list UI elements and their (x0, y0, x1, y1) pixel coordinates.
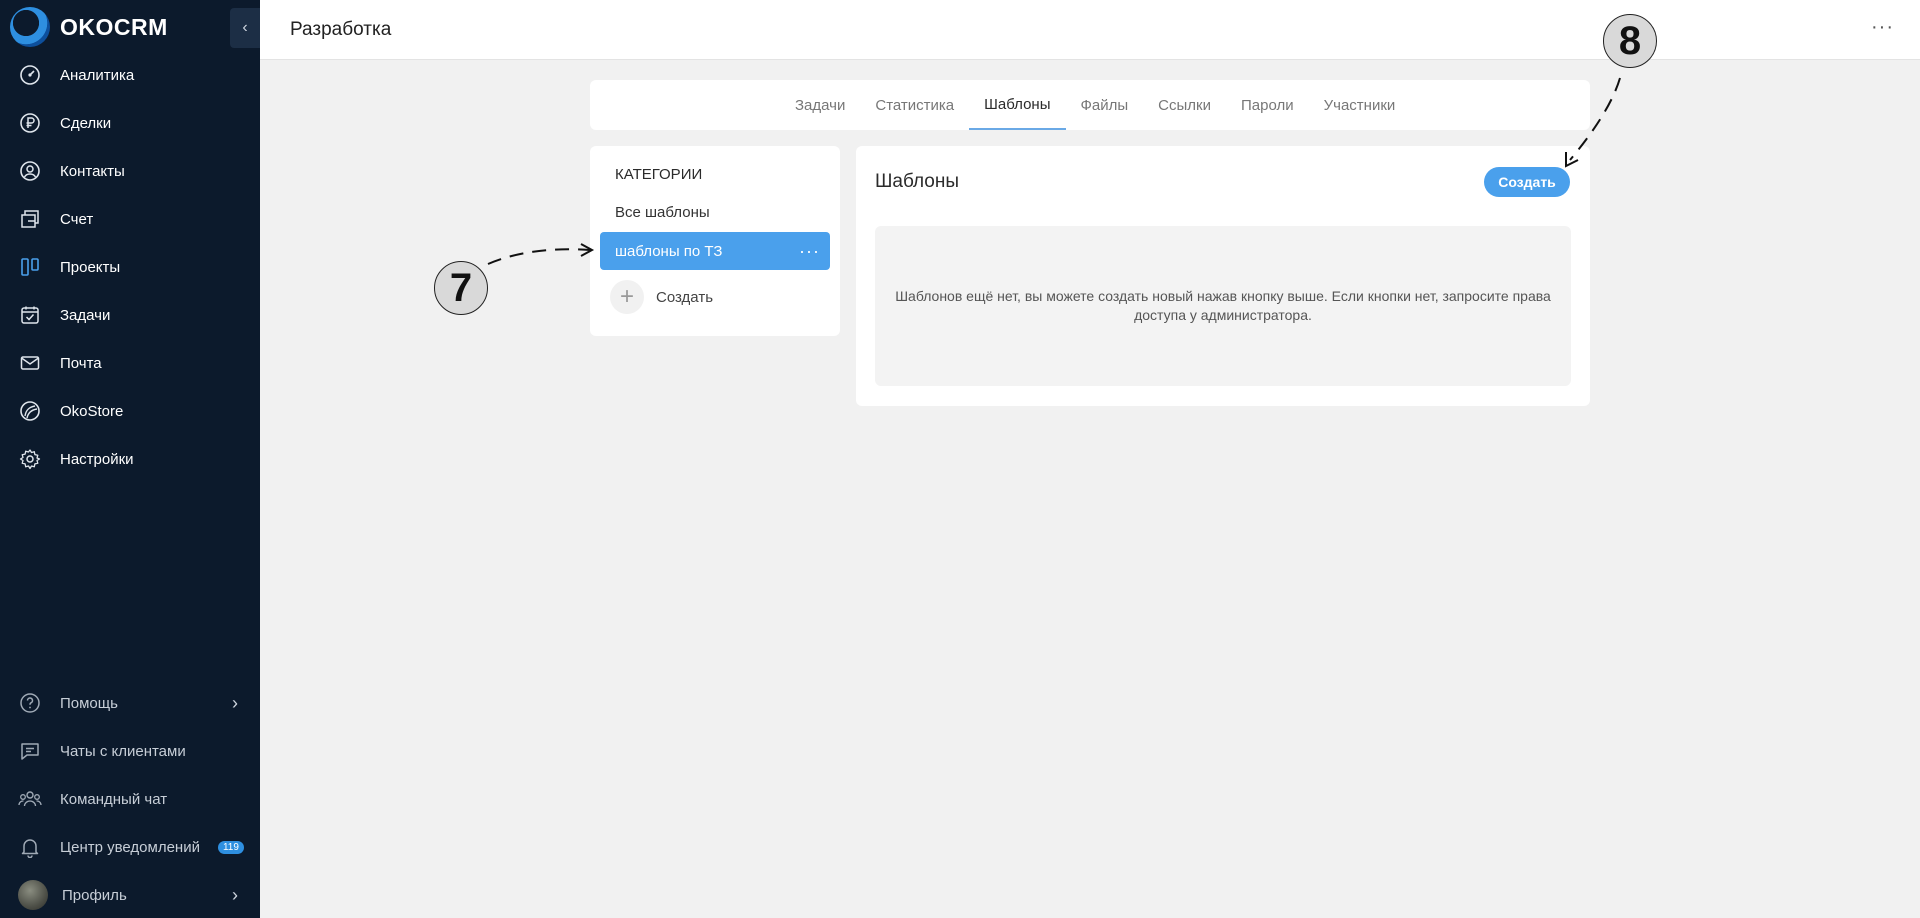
sidebar-item-label: Проекты (60, 258, 121, 276)
page-header: Разработка ··· (260, 0, 1920, 60)
sidebar-item-profile[interactable]: Профиль › (0, 871, 260, 918)
mail-icon (18, 351, 42, 375)
sidebar-item-tasks[interactable]: Задачи (0, 291, 260, 339)
invoice-icon (18, 207, 42, 231)
project-tabs: Задачи Статистика Шаблоны Файлы Ссылки П… (780, 80, 1410, 130)
sidebar-item-team-chat[interactable]: Командный чат (0, 775, 260, 823)
contact-icon (18, 159, 42, 183)
sidebar-item-label: Задачи (60, 306, 111, 324)
projects-icon (18, 255, 42, 279)
create-template-button[interactable]: Создать (1484, 167, 1570, 197)
sidebar-item-label: Аналитика (60, 66, 135, 84)
categories-title: КАТЕГОРИИ (615, 166, 703, 183)
analytics-icon (18, 63, 42, 87)
tab-files[interactable]: Файлы (1066, 80, 1144, 130)
sidebar-item-invoice[interactable]: Счет (0, 195, 260, 243)
project-tabs-card: Задачи Статистика Шаблоны Файлы Ссылки П… (590, 80, 1590, 130)
sidebar-item-label: Настройки (60, 450, 134, 468)
categories-panel: КАТЕГОРИИ Все шаблоны шаблоны по ТЗ ··· … (590, 146, 840, 336)
chevron-right-icon: › (232, 692, 238, 713)
sidebar-bottom: Помощь › Чаты с клиентами Командный чат … (0, 679, 260, 918)
sidebar-item-analytics[interactable]: Аналитика (0, 51, 260, 99)
avatar (18, 880, 48, 910)
annotation-marker-8: 8 (1603, 14, 1657, 68)
chevron-left-icon: ‹ (242, 19, 248, 36)
create-category-label: Создать (656, 288, 714, 306)
sidebar-item-settings[interactable]: Настройки (0, 435, 260, 483)
sidebar-item-label: Счет (60, 210, 94, 228)
sidebar-item-help[interactable]: Помощь › (0, 679, 260, 727)
templates-empty-state: Шаблонов ещё нет, вы можете создать новы… (875, 226, 1571, 386)
sidebar: OKOCRM ‹ Аналитика Сделки Контакты Счет … (0, 0, 260, 918)
logo-mark-icon (10, 7, 50, 47)
templates-panel: Шаблоны Создать Шаблонов ещё нет, вы мож… (856, 146, 1590, 406)
sidebar-item-projects[interactable]: Проекты (0, 243, 260, 291)
app-name: OKOCRM (60, 13, 168, 40)
tab-links[interactable]: Ссылки (1143, 80, 1226, 130)
ruble-icon (18, 111, 42, 135)
client-chats-label: Чаты с клиентами (60, 742, 186, 760)
templates-title: Шаблоны (875, 171, 960, 192)
chat-icon (18, 739, 42, 763)
sidebar-item-contacts[interactable]: Контакты (0, 147, 260, 195)
sidebar-item-mail[interactable]: Почта (0, 339, 260, 387)
category-more-icon[interactable]: ··· (799, 241, 820, 262)
sidebar-item-label: Сделки (60, 114, 112, 132)
sidebar-item-notifications[interactable]: Центр уведомлений 119 (0, 823, 260, 871)
category-selected[interactable]: шаблоны по ТЗ ··· (600, 232, 830, 270)
tab-statistics[interactable]: Статистика (860, 80, 969, 130)
question-icon (18, 691, 42, 715)
team-icon (18, 787, 42, 811)
empty-state-text: Шаблонов ещё нет, вы можете создать новы… (895, 288, 1551, 323)
chevron-right-icon: › (232, 884, 238, 905)
tab-participants[interactable]: Участники (1309, 80, 1411, 130)
more-menu-icon[interactable]: ··· (1871, 16, 1894, 39)
plus-icon: + (610, 280, 644, 314)
tab-tasks[interactable]: Задачи (780, 80, 860, 130)
team-chat-label: Командный чат (60, 790, 168, 808)
create-category-button[interactable]: + Создать (610, 280, 713, 314)
app-logo[interactable]: OKOCRM (10, 7, 168, 47)
annotation-marker-7: 7 (434, 261, 488, 315)
gear-icon (18, 447, 42, 471)
notifications-label: Центр уведомлений (60, 838, 200, 856)
page-title: Разработка (290, 19, 392, 40)
store-icon (18, 399, 42, 423)
tab-templates[interactable]: Шаблоны (969, 80, 1066, 130)
notifications-count-badge: 119 (217, 840, 244, 854)
sidebar-item-client-chats[interactable]: Чаты с клиентами (0, 727, 260, 775)
help-label: Помощь (60, 694, 118, 712)
category-all-templates[interactable]: Все шаблоны (615, 204, 710, 221)
sidebar-item-label: Контакты (60, 162, 125, 180)
sidebar-item-okostore[interactable]: OkoStore (0, 387, 260, 435)
sidebar-item-label: OkoStore (60, 402, 124, 420)
category-selected-label: шаблоны по ТЗ (615, 242, 723, 260)
sidebar-item-label: Почта (60, 354, 102, 372)
annotation-arrows (487, 77, 1621, 265)
sidebar-item-deals[interactable]: Сделки (0, 99, 260, 147)
tab-passwords[interactable]: Пароли (1226, 80, 1309, 130)
bell-icon (18, 835, 42, 859)
tasks-icon (18, 303, 42, 327)
collapse-sidebar-button[interactable]: ‹ (230, 8, 260, 48)
profile-label: Профиль (62, 886, 127, 904)
sidebar-nav: Аналитика Сделки Контакты Счет Проекты З… (0, 51, 260, 483)
